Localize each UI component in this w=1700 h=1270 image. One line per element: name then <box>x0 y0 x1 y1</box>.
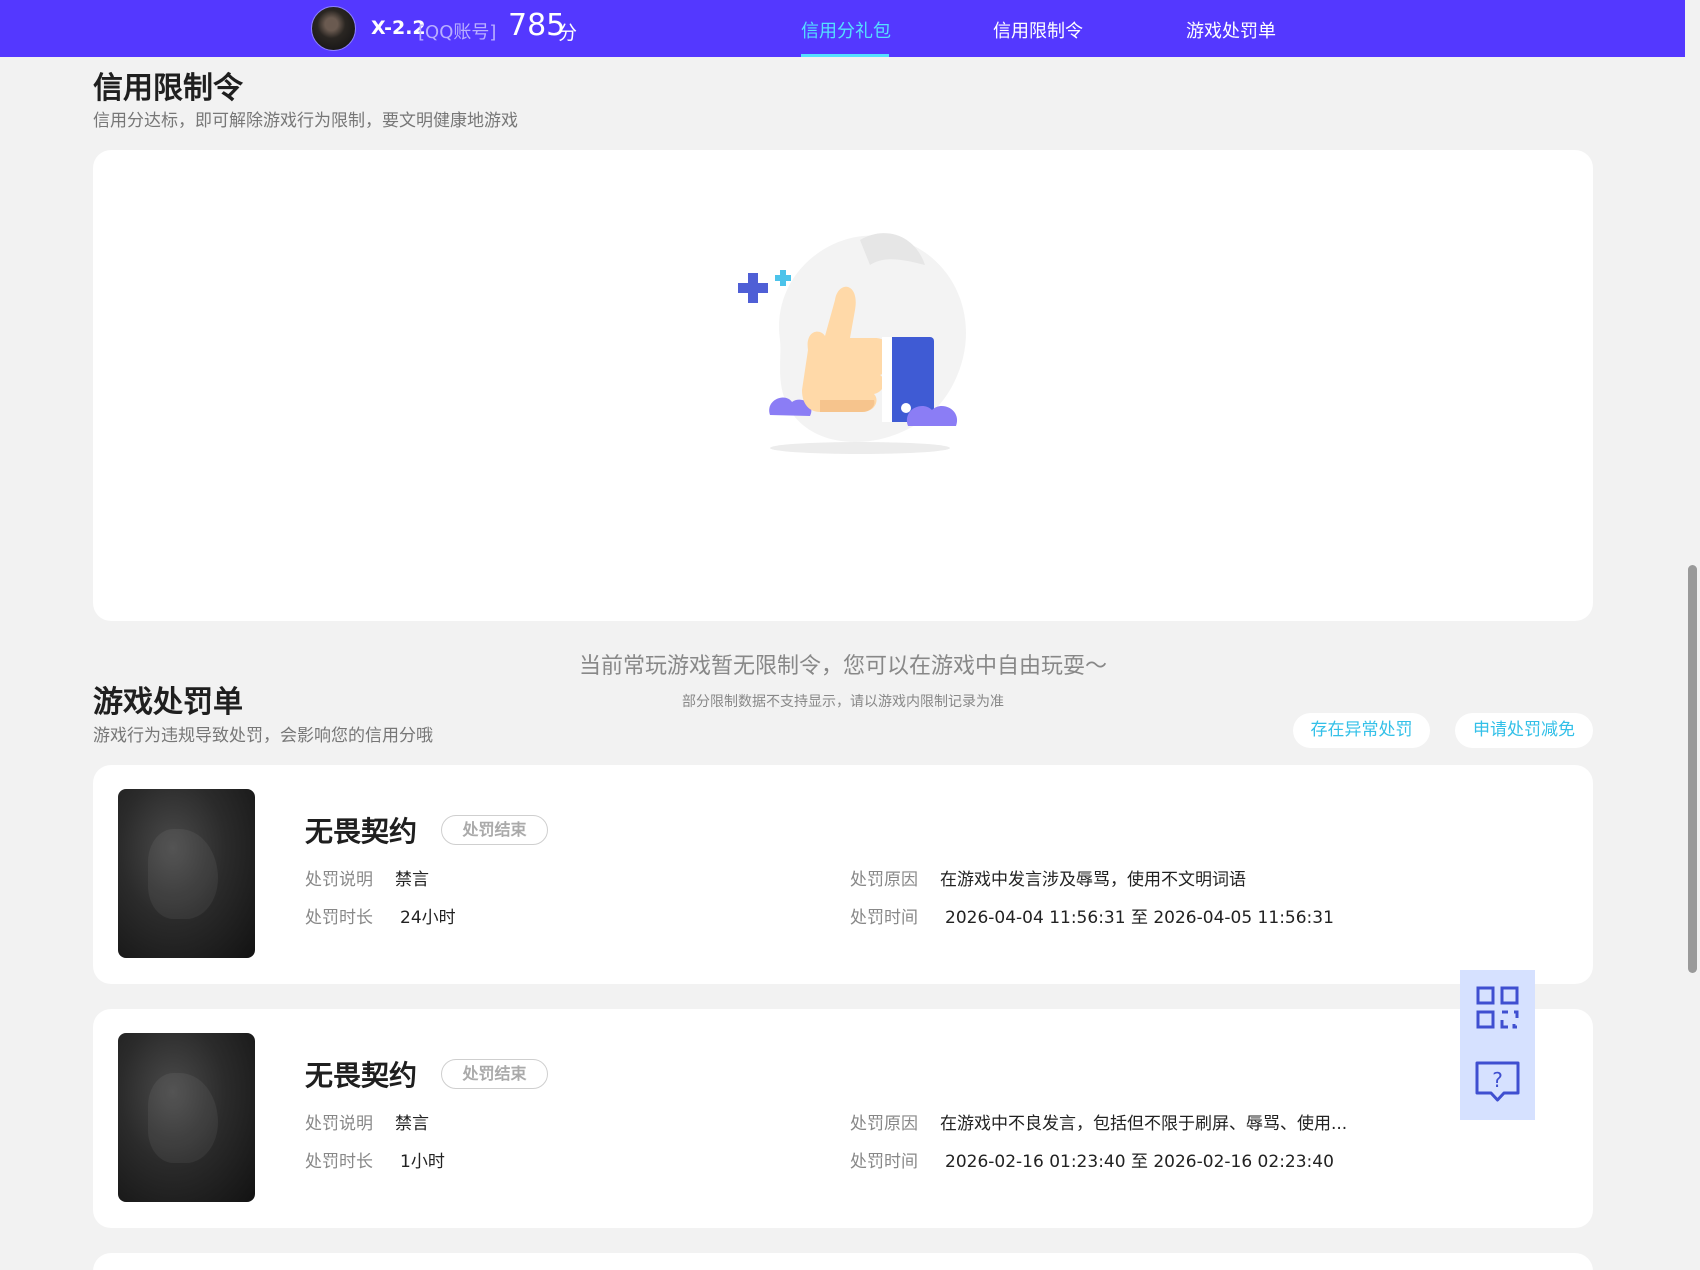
thumbs-up-illustration <box>738 233 966 454</box>
penalty-desc-value: 禁言 <box>395 870 429 890</box>
abnormal-penalty-button[interactable]: 存在异常处罚 <box>1293 713 1430 748</box>
penalty-card-partial <box>93 1253 1593 1270</box>
qr-code-icon <box>1476 986 1519 1029</box>
scrollbar[interactable] <box>1688 565 1697 973</box>
penalty-title: 游戏处罚单 <box>93 685 243 720</box>
penalty-desc-label: 处罚说明 <box>305 1114 373 1134</box>
help-button[interactable]: ? <box>1460 1045 1535 1120</box>
active-tab-indicator <box>801 54 889 57</box>
penalty-time-value: 2026-04-04 11:56:31 至 2026-04-05 11:56:3… <box>945 908 1334 928</box>
svg-text:?: ? <box>1492 1068 1503 1092</box>
penalty-duration-value: 1小时 <box>400 1152 445 1172</box>
game-cover-image <box>118 1033 255 1202</box>
penalty-time-value: 2026-02-16 01:23:40 至 2026-02-16 02:23:4… <box>945 1152 1334 1172</box>
penalty-reason-label: 处罚原因 <box>850 870 918 890</box>
restriction-empty-card: 当前常玩游戏暂无限制令，您可以在游戏中自由玩耍～ 部分限制数据不支持显示，请以游… <box>93 150 1593 710</box>
penalty-desc-label: 处罚说明 <box>305 870 373 890</box>
game-title: 无畏契约 <box>305 815 418 848</box>
help-chat-icon: ? <box>1475 1061 1520 1102</box>
apply-penalty-reduction-button[interactable]: 申请处罚减免 <box>1455 713 1593 748</box>
penalty-duration-label: 处罚时长 <box>305 908 373 928</box>
restriction-title: 信用限制令 <box>93 71 243 106</box>
penalty-reason-label: 处罚原因 <box>850 1114 918 1134</box>
credit-score: 785 <box>508 8 566 43</box>
penalty-card[interactable]: 无畏契约 处罚结束 处罚说明 禁言 处罚时长 24小时 处罚原因 在游戏中发言涉… <box>93 765 1593 984</box>
account-type: [QQ账号] <box>418 22 497 43</box>
tab-credit-gift[interactable]: 信用分礼包 <box>801 17 891 43</box>
penalty-time-label: 处罚时间 <box>850 1152 918 1172</box>
avatar[interactable] <box>311 6 356 51</box>
qr-code-button[interactable] <box>1460 970 1535 1045</box>
empty-state-message: 当前常玩游戏暂无限制令，您可以在游戏中自由玩耍～ <box>578 654 1107 679</box>
penalty-desc-value: 禁言 <box>395 1114 429 1134</box>
penalty-time-label: 处罚时间 <box>850 908 918 928</box>
empty-state-note: 部分限制数据不支持显示，请以游戏内限制记录为准 <box>682 694 1004 710</box>
penalty-duration-label: 处罚时长 <box>305 1152 373 1172</box>
restriction-subtitle: 信用分达标，即可解除游戏行为限制，要文明健康地游戏 <box>93 111 518 131</box>
penalty-reason-value: 在游戏中不良发言，包括但不限于刷屏、辱骂、使用... <box>940 1114 1348 1134</box>
score-unit: 分 <box>558 22 578 44</box>
penalty-reason-value: 在游戏中发言涉及辱骂，使用不文明词语 <box>940 870 1246 890</box>
penalty-duration-value: 24小时 <box>400 908 456 928</box>
penalty-subtitle: 游戏行为违规导致处罚，会影响您的信用分哦 <box>93 726 433 746</box>
game-cover-image <box>118 789 255 958</box>
game-title: 无畏契约 <box>305 1059 418 1092</box>
status-badge: 处罚结束 <box>441 1059 548 1089</box>
penalty-card[interactable]: 无畏契约 处罚结束 处罚说明 禁言 处罚时长 1小时 处罚原因 在游戏中不良发言… <box>93 1009 1593 1228</box>
tab-credit-restriction[interactable]: 信用限制令 <box>993 17 1083 43</box>
top-header: X-2.2 [QQ账号] 785 分 信用分礼包 信用限制令 游戏处罚单 <box>0 0 1685 57</box>
tab-game-penalty[interactable]: 游戏处罚单 <box>1186 17 1276 43</box>
status-badge: 处罚结束 <box>441 815 548 845</box>
